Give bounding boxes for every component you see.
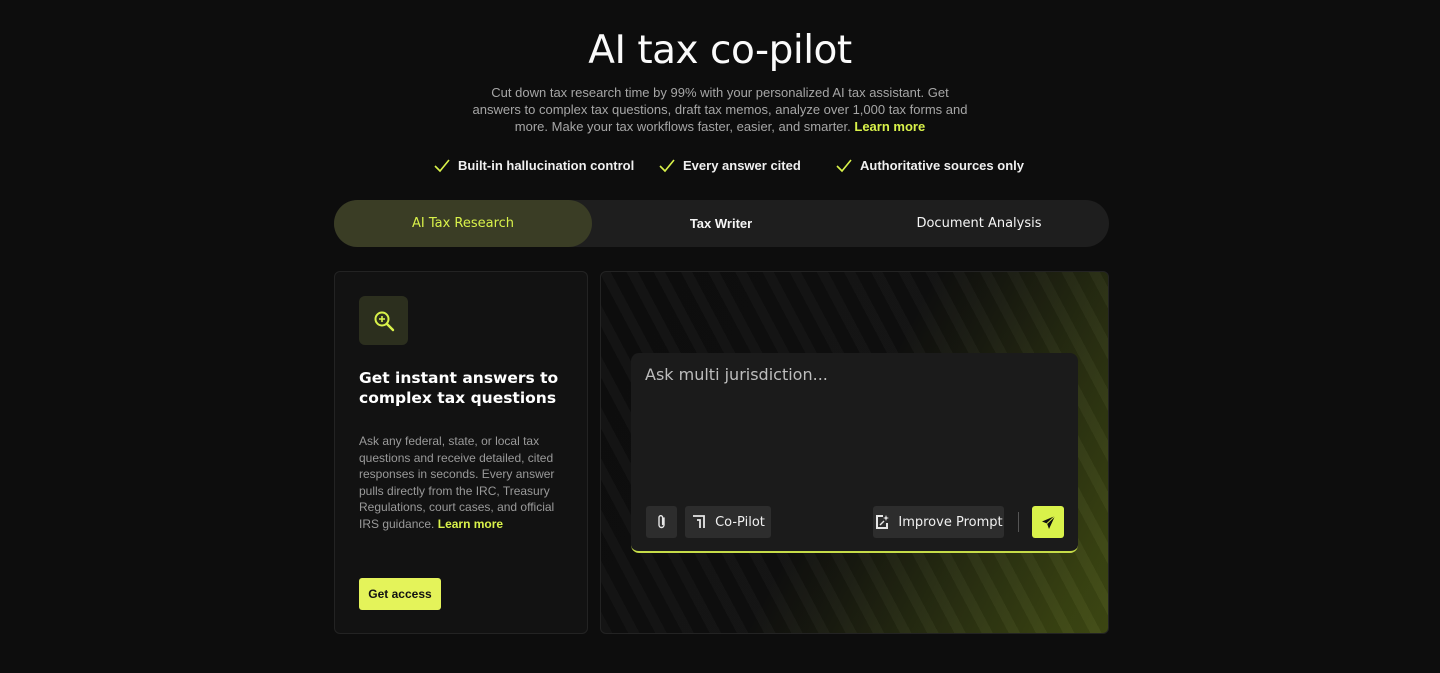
card-learn-more-link[interactable]: Learn more bbox=[438, 517, 503, 531]
card-icon-box bbox=[359, 296, 408, 345]
feature-item: Every answer cited bbox=[659, 158, 801, 173]
feature-label: Built-in hallucination control bbox=[458, 158, 635, 173]
tab-tax-writer[interactable]: Tax Writer bbox=[592, 200, 850, 247]
card-title: Get instant answers to complex tax quest… bbox=[359, 369, 559, 407]
copilot-label: Co-Pilot bbox=[715, 514, 765, 530]
toolbar-divider bbox=[1018, 512, 1019, 532]
feature-item: Built-in hallucination control bbox=[434, 158, 634, 173]
feature-label: Authoritative sources only bbox=[860, 158, 1024, 173]
check-icon bbox=[434, 158, 450, 172]
prompt-box[interactable]: Ask multi jurisdiction... Co-Pilot Impro… bbox=[631, 353, 1078, 553]
sparkle-document-icon bbox=[876, 515, 890, 529]
check-icon bbox=[659, 158, 675, 172]
page-title: AI tax co-pilot bbox=[588, 28, 852, 73]
hero-learn-more-link[interactable]: Learn more bbox=[854, 119, 925, 134]
get-access-button[interactable]: Get access bbox=[359, 578, 441, 610]
feature-label: Every answer cited bbox=[683, 158, 801, 173]
feature-item: Authoritative sources only bbox=[836, 158, 1024, 173]
check-icon bbox=[836, 158, 852, 172]
hero-description: Cut down tax research time by 99% with y… bbox=[470, 84, 970, 135]
tab-document-analysis[interactable]: Document Analysis bbox=[850, 200, 1108, 247]
card-description: Ask any federal, state, or local tax que… bbox=[359, 433, 569, 532]
attach-button[interactable] bbox=[646, 506, 677, 538]
feature-card: Get instant answers to complex tax quest… bbox=[334, 271, 588, 634]
page: AI tax co-pilot Cut down tax research ti… bbox=[0, 0, 1440, 673]
improve-prompt-button[interactable]: Improve Prompt bbox=[873, 506, 1004, 538]
tab-ai-tax-research[interactable]: AI Tax Research bbox=[334, 200, 592, 247]
copilot-button[interactable]: Co-Pilot bbox=[685, 506, 771, 538]
product-tabs: AI Tax Research Tax Writer Document Anal… bbox=[334, 200, 1109, 247]
improve-prompt-label: Improve Prompt bbox=[898, 514, 1003, 530]
copilot-icon bbox=[693, 515, 705, 528]
paperclip-icon bbox=[657, 515, 665, 529]
magnifier-icon bbox=[374, 311, 394, 331]
send-icon bbox=[1041, 515, 1055, 529]
prompt-input[interactable]: Ask multi jurisdiction... bbox=[645, 365, 828, 384]
send-button[interactable] bbox=[1032, 506, 1064, 538]
demo-panel: Ask multi jurisdiction... Co-Pilot Impro… bbox=[600, 271, 1109, 634]
feature-list: Built-in hallucination control Every ans… bbox=[0, 158, 1440, 178]
